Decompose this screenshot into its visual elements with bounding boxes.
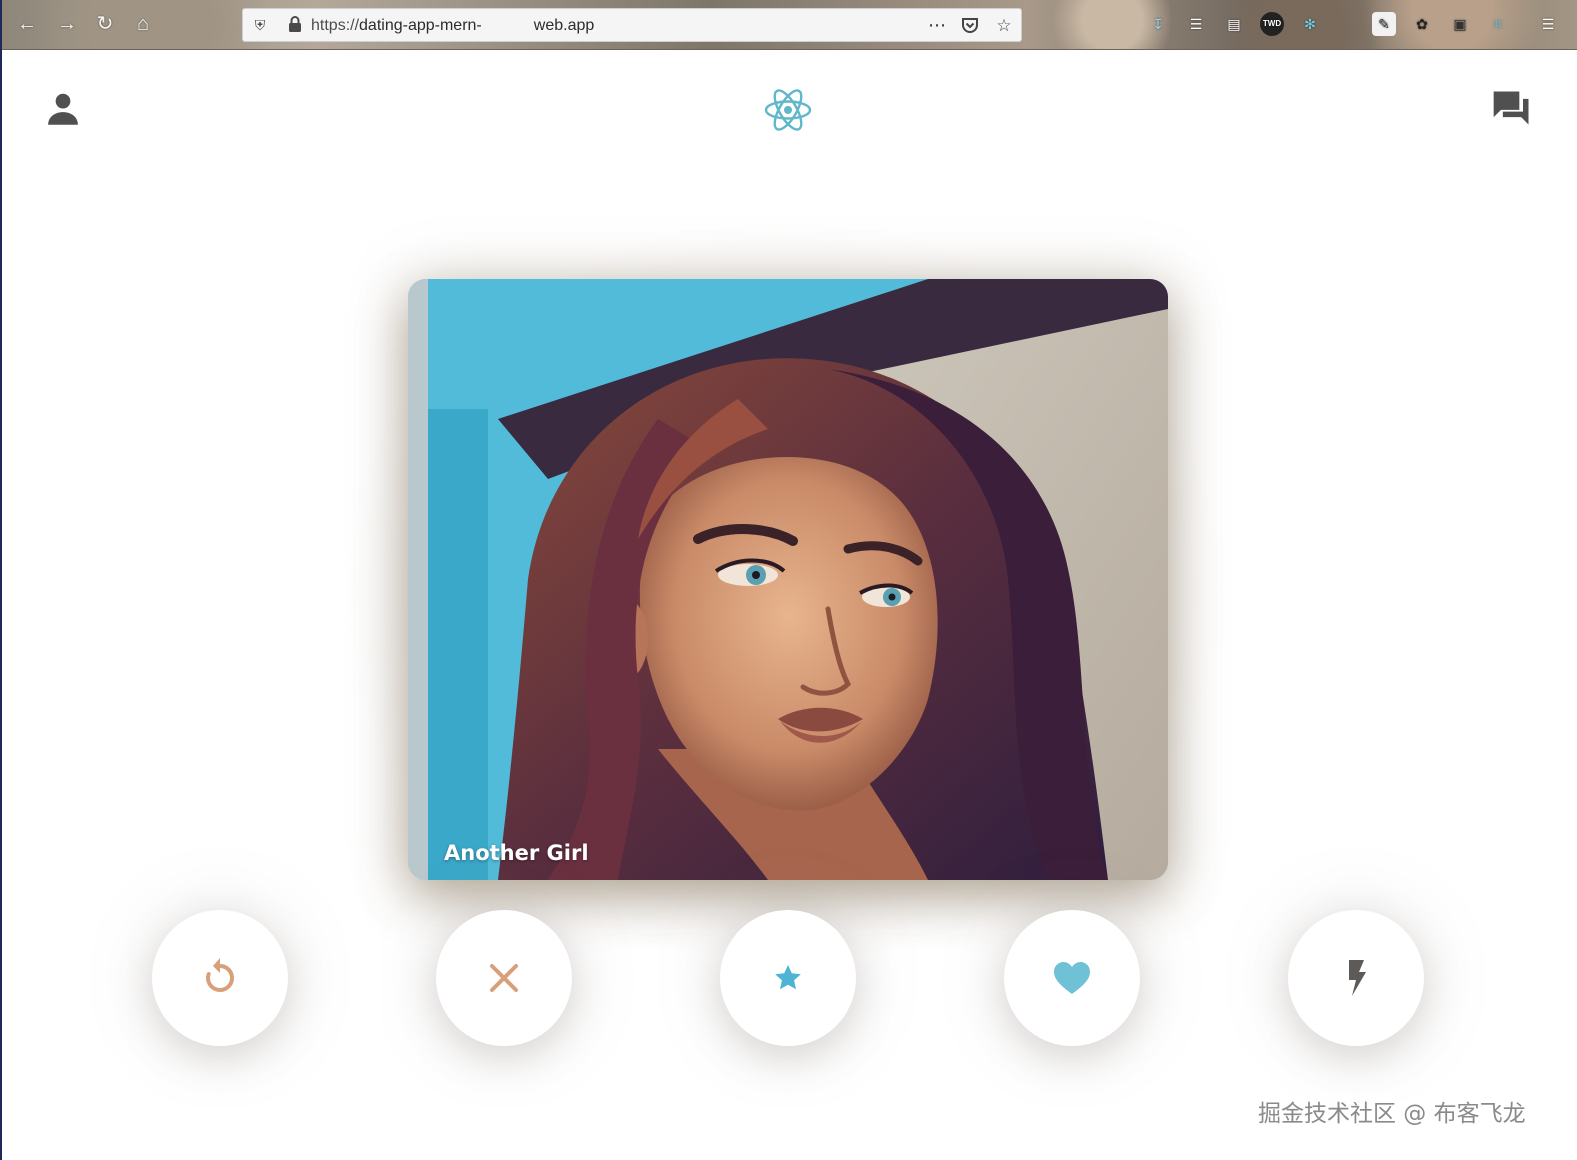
hamburger-menu-icon[interactable]: ☰ [1536,12,1560,36]
home-icon[interactable]: ⌂ [130,11,156,37]
bookmark-star-icon[interactable]: ☆ [993,15,1015,37]
forum-chat-icon[interactable] [1490,86,1534,130]
dislike-button[interactable] [436,910,572,1046]
url-host-end: web.app [533,17,595,34]
close-icon [490,964,518,992]
flash-icon [1349,960,1366,996]
url-text[interactable]: https://dating-app-mern-web.app [311,16,594,36]
twd-extension-label: TWD [1262,19,1282,28]
url-prefix: https:// [311,17,360,34]
reader-icon[interactable]: ▤ [1222,12,1246,36]
superlike-button[interactable] [720,910,856,1046]
shield-icon[interactable]: ⛨ [251,16,269,34]
like-button[interactable] [1004,910,1140,1046]
person-icon[interactable] [42,88,84,130]
back-arrow-icon[interactable]: ← [14,11,40,37]
star-icon [775,965,801,990]
watermark: 掘金技术社区 @ 布客飞龙 [1258,1101,1526,1127]
forward-arrow-icon[interactable]: → [54,11,80,37]
notes-icon[interactable]: ✎ [1372,12,1396,36]
address-bar[interactable]: ⛨ https://dating-app-mern-web.app ⋯ ☆ [242,8,1022,42]
react-icon[interactable]: ⚛ [1486,12,1510,36]
boost-button[interactable] [1288,910,1424,1046]
profile-photo [408,279,1168,880]
pocket-icon[interactable] [959,15,981,37]
extension-icon[interactable]: ✿ [1410,12,1434,36]
replay-button[interactable] [152,910,288,1046]
heart-icon [1054,962,1090,994]
download-icon[interactable]: ↧ [1146,12,1170,36]
lock-icon[interactable] [287,16,303,34]
replay-icon [206,958,234,992]
profile-name: Another Girl [444,841,589,865]
react-devtools-icon[interactable]: ✻ [1298,12,1322,36]
meatball-menu-icon[interactable]: ⋯ [925,13,949,37]
library-icon[interactable]: ☰ [1184,12,1208,36]
browser-toolbar: ← → ↻ ⌂ ⛨ https://dating-app-mern-web.ap… [2,0,1577,50]
screenshot-icon[interactable]: ▣ [1448,12,1472,36]
react-atom-logo-icon[interactable] [762,84,814,136]
twd-extension-icon[interactable]: TWD [1260,12,1284,36]
profile-card[interactable]: Another Girl [408,279,1168,880]
url-host-start: dating-app-mern- [359,17,482,34]
reload-icon[interactable]: ↻ [92,11,118,37]
